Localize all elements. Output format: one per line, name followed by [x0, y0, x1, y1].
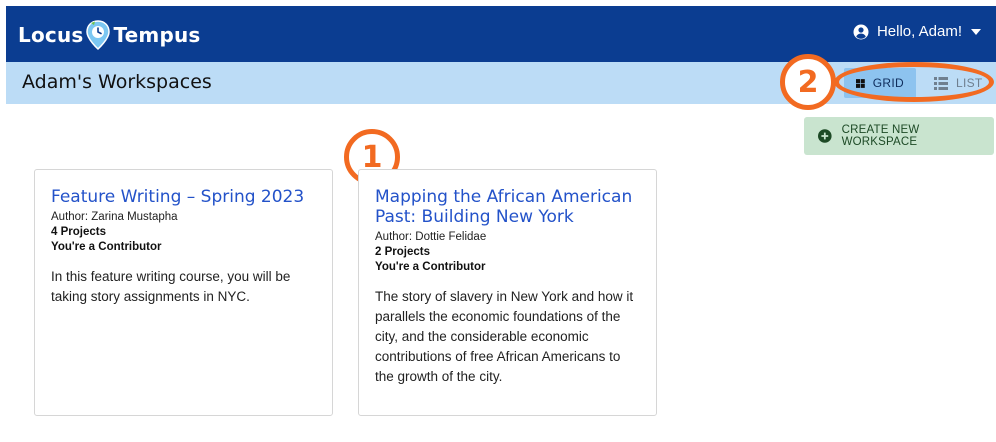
view-toggle: GRID LIST — [844, 68, 995, 98]
callout-number-two: 2 — [780, 54, 836, 110]
user-greeting: Hello, Adam! — [876, 23, 962, 40]
workspace-project-count: 4 Projects — [51, 226, 106, 238]
workspace-project-count: 2 Projects — [375, 246, 430, 258]
workspace-description: The story of slavery in New York and how… — [375, 289, 634, 384]
user-menu[interactable]: Hello, Adam! — [853, 23, 982, 40]
workspace-author: Author: Dottie Felidae — [375, 231, 487, 243]
logo-text-left: Locus — [18, 23, 84, 47]
create-workspace-label: CREATE NEW WORKSPACE — [841, 124, 920, 148]
logo-text-right: Tempus — [113, 23, 201, 47]
workspace-title[interactable]: Feature Writing – Spring 2023 — [51, 187, 316, 207]
create-workspace-button[interactable]: CREATE NEW WORKSPACE — [804, 117, 994, 155]
page-title: Adam's Workspaces — [22, 71, 212, 93]
app-frame: Locus Tempus Hello, Adam! Adam's Workspa… — [6, 6, 996, 442]
workspace-card[interactable]: Mapping the African American Past: Build… — [358, 169, 657, 416]
grid-icon — [856, 78, 865, 88]
user-circle-icon — [853, 24, 869, 39]
workspace-card[interactable]: Feature Writing – Spring 2023 Author: Za… — [34, 169, 333, 416]
workspace-author: Author: Zarina Mustapha — [51, 211, 178, 223]
workspace-description: In this feature writing course, you will… — [51, 269, 291, 304]
map-pin-clock-icon — [85, 20, 111, 51]
list-view-button[interactable]: LIST — [916, 68, 995, 98]
grid-view-button[interactable]: GRID — [844, 68, 916, 98]
workspace-title[interactable]: Mapping the African American Past: Build… — [375, 187, 640, 227]
app-logo[interactable]: Locus Tempus — [18, 20, 201, 51]
caret-down-icon — [971, 28, 981, 35]
grid-view-label: GRID — [872, 76, 904, 90]
top-navbar: Locus Tempus Hello, Adam! — [6, 6, 996, 62]
plus-circle-icon — [818, 129, 832, 143]
list-view-label: LIST — [956, 76, 983, 90]
workspace-role: You're a Contributor — [51, 241, 162, 253]
workspace-role: You're a Contributor — [375, 261, 486, 273]
list-icon — [934, 76, 948, 90]
